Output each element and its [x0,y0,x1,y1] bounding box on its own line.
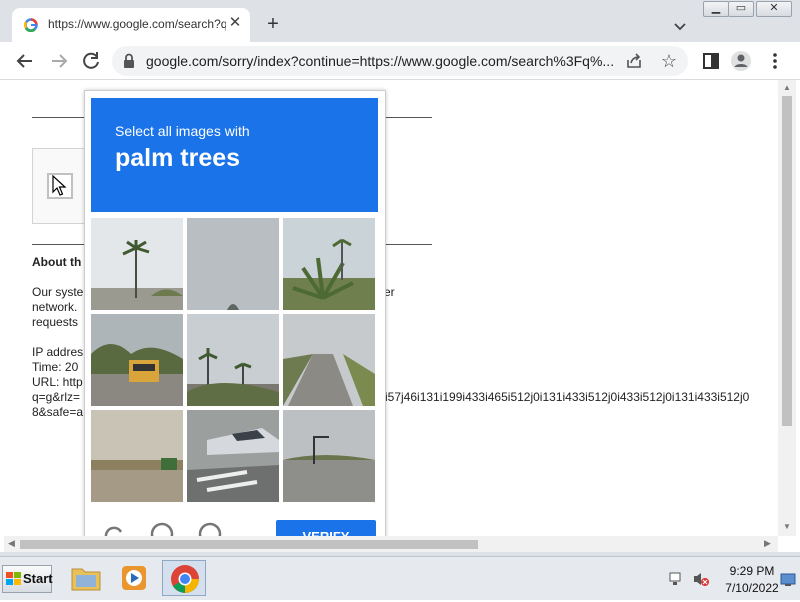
url-value-line: q=g&rlz= [32,390,81,404]
share-icon[interactable] [624,51,644,71]
browser-tab[interactable]: https://www.google.com/search?q= ✕ [12,8,250,42]
info-icon[interactable] [197,521,223,536]
bookmark-star-icon[interactable]: ☆ [658,50,680,72]
show-desktop-icon[interactable] [780,573,796,587]
close-window-button[interactable]: ✕ [756,1,792,17]
reload-challenge-icon[interactable] [101,521,127,536]
page-viewport: About th Our syste er network. requests … [4,80,778,536]
ip-address-label: IP addres [32,345,84,359]
forward-icon[interactable] [46,48,72,74]
horizontal-scroll-thumb[interactable] [20,540,478,549]
tab-close-icon[interactable]: ✕ [226,14,244,32]
challenge-header: Select all images with palm trees [91,98,378,212]
file-explorer-taskbar-button[interactable] [64,560,108,596]
palm-plants-image [283,218,375,310]
reload-icon[interactable] [78,48,104,74]
vertical-scrollbar[interactable]: ▲ ▼ [778,80,796,536]
tab-title: https://www.google.com/search?q= [48,17,226,31]
overpass-image [91,410,183,502]
browser-toolbar: google.com/sorry/index?continue=https://… [0,42,800,80]
minimize-button[interactable]: ▁ [703,1,729,17]
lock-icon[interactable] [122,53,136,69]
maximize-button[interactable]: ▭ [728,1,754,17]
challenge-instruction: Select all images with [115,123,250,139]
scroll-left-arrow-icon[interactable]: ◀ [8,538,15,549]
clock-date[interactable]: 7/10/2022 [720,581,784,595]
palm-tree-street-image [91,218,183,310]
network-icon[interactable] [668,571,684,587]
scroll-down-arrow-icon[interactable]: ▼ [783,522,791,531]
taskbar: Start 9:29 PM 7/10/2022 [0,556,800,600]
intersection-image [283,410,375,502]
image-tile[interactable] [187,218,279,310]
windows-logo-icon [6,572,21,585]
new-tab-icon[interactable]: + [260,13,286,39]
paragraph-line: network. [32,300,78,314]
image-tile[interactable] [91,410,183,502]
mouse-cursor-icon [52,175,67,196]
volume-muted-icon[interactable] [692,571,710,587]
challenge-object: palm trees [115,144,241,172]
menu-kebab-icon[interactable] [762,48,788,74]
image-tile[interactable] [283,314,375,406]
url-label: URL: http [32,375,83,389]
silver-car-image [187,410,279,502]
about-heading: About th [32,255,82,269]
school-bus-image [91,314,183,406]
back-icon[interactable] [12,48,38,74]
scroll-up-arrow-icon[interactable]: ▲ [783,83,791,92]
profile-avatar-icon[interactable] [728,48,754,74]
image-tile[interactable] [91,218,183,310]
chrome-icon [171,565,199,593]
straight-road-image [283,314,375,406]
start-label: Start [23,571,53,586]
image-tile[interactable] [187,314,279,406]
vertical-scroll-thumb[interactable] [782,96,792,426]
address-bar[interactable]: google.com/sorry/index?continue=https://… [112,46,688,76]
tab-strip: https://www.google.com/search?q= ✕ + ▁ ▭… [0,0,800,42]
google-favicon-icon [24,18,38,32]
paragraph-line: requests [32,315,79,329]
media-player-taskbar-button[interactable] [112,560,156,596]
url-value-line: i57j46i131i199i433i465i512j0i131i433i512… [385,390,750,404]
audio-challenge-icon[interactable] [149,521,175,536]
url-text[interactable]: google.com/sorry/index?continue=https://… [146,53,616,69]
image-tile[interactable] [187,410,279,502]
verify-button[interactable]: VERIFY [276,520,376,536]
folder-icon [71,568,101,591]
system-tray: 9:29 PM 7/10/2022 [664,561,800,597]
image-tile[interactable] [91,314,183,406]
palm-trees-road-image [187,314,279,406]
scroll-right-arrow-icon[interactable]: ▶ [764,538,771,549]
image-tile[interactable] [283,410,375,502]
challenge-footer: VERIFY [85,517,385,536]
sky-pole-image [187,218,279,310]
tab-search-chevron-icon[interactable] [668,14,692,38]
time-label: Time: 20 [32,360,79,374]
horizontal-scrollbar[interactable]: ◀ ▶ [4,536,778,552]
chrome-taskbar-button[interactable] [162,560,206,596]
image-tile[interactable] [283,218,375,310]
side-panel-icon[interactable] [698,48,724,74]
clock-time[interactable]: 9:29 PM [724,564,780,578]
recaptcha-challenge: Select all images with palm trees [84,90,386,536]
paragraph-line: Our syste [32,285,84,299]
start-button[interactable]: Start [2,565,53,593]
media-player-icon [122,566,146,590]
url-value-line: 8&safe=a [32,405,84,419]
recaptcha-widget [32,148,88,224]
